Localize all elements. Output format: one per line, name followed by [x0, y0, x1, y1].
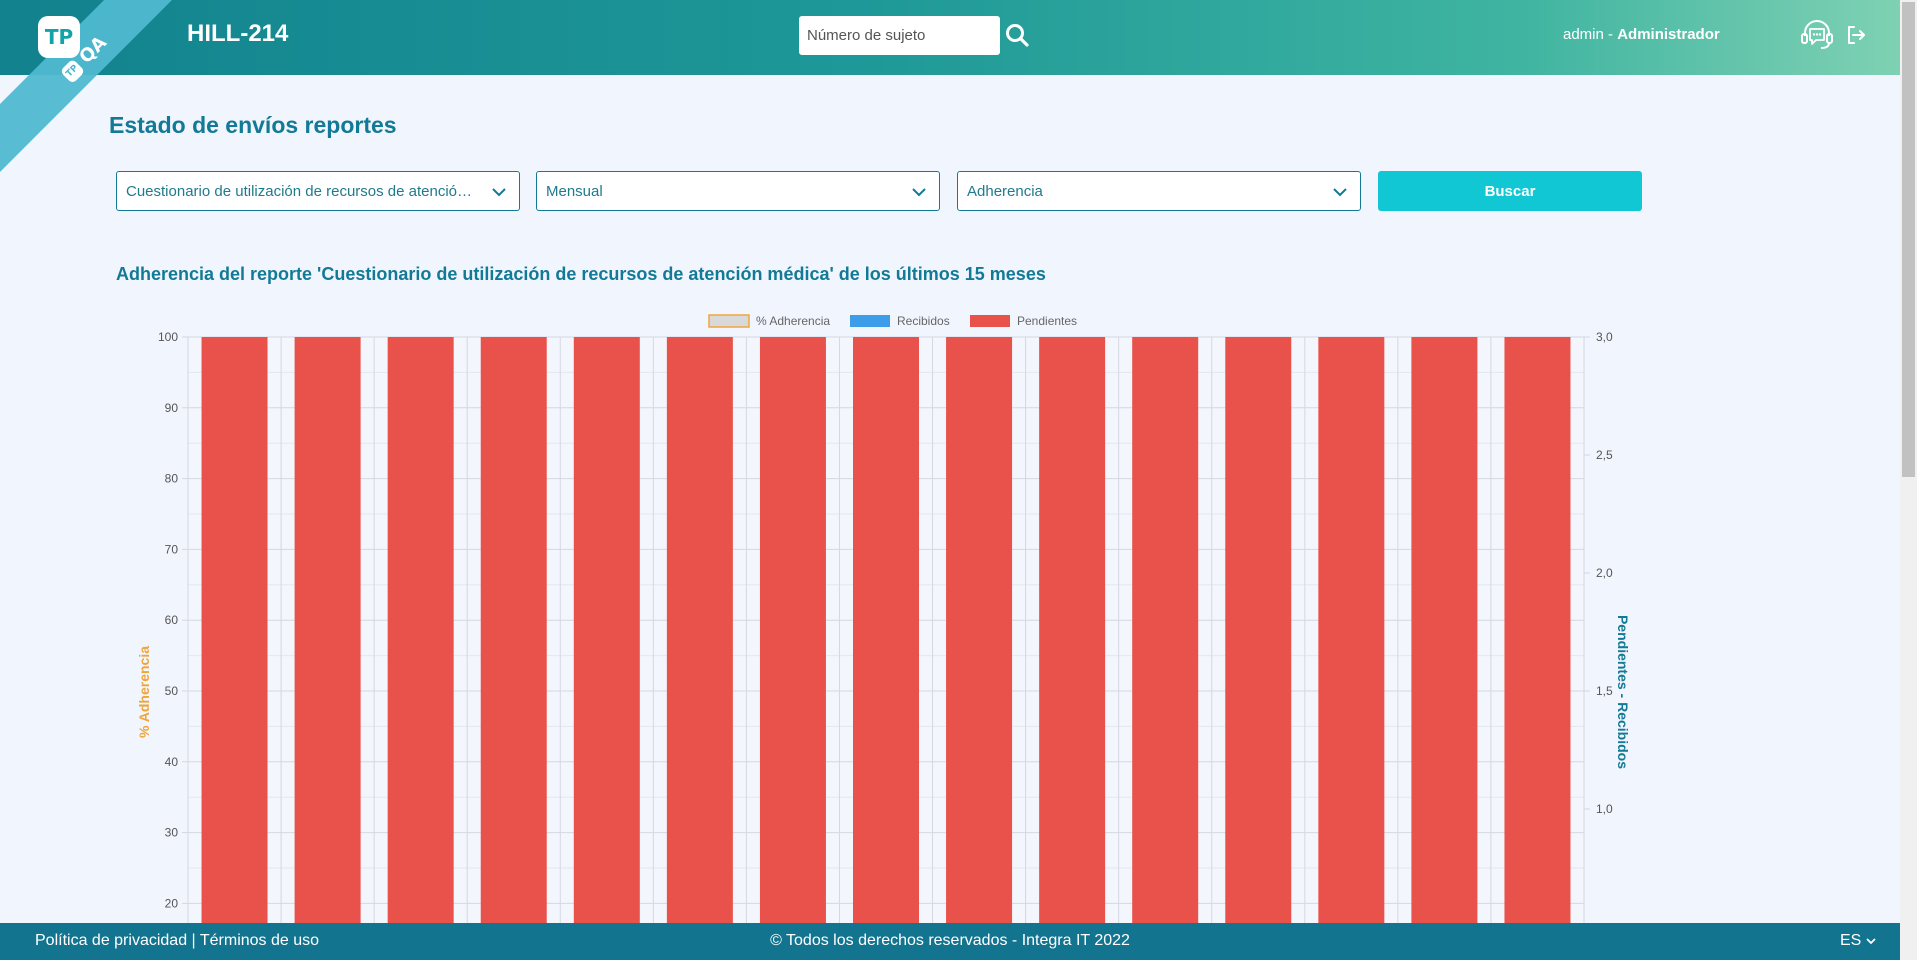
app-logo[interactable]: TP: [38, 16, 80, 58]
adherence-chart: 100 90 80 70 60 50 40 30 20 3,0 2,5 2,0 1,5 1,0 % Adhe…: [136, 314, 1631, 923]
subject-number-input[interactable]: [799, 16, 1000, 55]
chevron-down-icon: [912, 188, 926, 197]
y-right-tick-label: 1,5: [1596, 684, 1613, 698]
y-right-tick-label: 3,0: [1596, 330, 1613, 344]
bar-pendientes: [387, 337, 454, 923]
chart-title: Adherencia del reporte 'Cuestionario de …: [116, 264, 1046, 284]
y-left-tick-label: 80: [165, 472, 179, 486]
footer: Política de privacidad | Términos de uso…: [0, 923, 1900, 960]
chevron-down-icon: [1333, 188, 1347, 197]
y-left-tick-label: 90: [165, 401, 179, 415]
period-select-value: Mensual: [546, 182, 603, 200]
logout-icon[interactable]: [1845, 24, 1867, 46]
report-select[interactable]: Cuestionario de utilización de recursos …: [116, 171, 520, 211]
bar-pendientes: [573, 337, 640, 923]
bar-pendientes: [294, 337, 361, 923]
legend-swatch: [970, 315, 1010, 327]
y-left-tick-label: 100: [158, 330, 178, 344]
search-button[interactable]: Buscar: [1378, 171, 1642, 211]
user-separator: -: [1603, 26, 1618, 43]
bar-pendientes: [1132, 337, 1199, 923]
bar-pendientes: [480, 337, 547, 923]
legend-swatch: [850, 315, 890, 327]
user-role: Administrador: [1617, 26, 1720, 43]
bar-pendientes: [1411, 337, 1478, 923]
legend-label: Pendientes: [1017, 314, 1077, 328]
legend-swatch: [708, 314, 750, 328]
bar-pendientes: [1318, 337, 1385, 923]
bar-pendientes: [946, 337, 1013, 923]
footer-separator: |: [187, 932, 200, 949]
user-info: admin - Administrador: [1563, 26, 1720, 43]
search-icon[interactable]: [1004, 22, 1030, 48]
y-left-tick-label: 30: [165, 826, 179, 840]
footer-links: Política de privacidad | Términos de uso: [35, 932, 319, 950]
y-left-tick-label: 60: [165, 613, 179, 627]
study-code: HILL-214: [187, 20, 289, 47]
bar-pendientes: [1504, 337, 1571, 923]
bar-pendientes: [853, 337, 919, 923]
metric-select-value: Adherencia: [967, 182, 1043, 200]
user-name: admin: [1563, 26, 1604, 43]
privacy-link[interactable]: Política de privacidad: [35, 932, 187, 949]
headset-chat-icon[interactable]: [1799, 18, 1835, 52]
metric-select[interactable]: Adherencia: [957, 171, 1361, 211]
y-right-tick-label: 2,5: [1596, 448, 1613, 462]
language-selector[interactable]: ES: [1840, 932, 1876, 950]
y-right-tick-label: 1,0: [1596, 802, 1613, 816]
y-left-tick-label: 50: [165, 684, 179, 698]
y-left-tick-label: 40: [165, 755, 179, 769]
legend-label: % Adherencia: [756, 314, 830, 328]
report-select-value: Cuestionario de utilización de recursos …: [126, 182, 475, 200]
y-right-axis-label: Pendientes - Recibidos: [1615, 615, 1631, 769]
page-scrollbar[interactable]: [1900, 0, 1917, 960]
language-label: ES: [1840, 932, 1862, 949]
bar-pendientes: [201, 337, 268, 923]
y-left-axis-label: % Adherencia: [136, 646, 152, 738]
y-right-tick-label: 2,0: [1596, 566, 1613, 580]
period-select[interactable]: Mensual: [536, 171, 940, 211]
y-left-tick-label: 20: [165, 896, 179, 910]
bar-pendientes: [666, 337, 733, 923]
terms-link[interactable]: Términos de uso: [200, 932, 319, 949]
y-left-tick-label: 70: [165, 542, 179, 556]
chevron-down-icon: [492, 188, 506, 197]
legend-label: Recibidos: [897, 314, 950, 328]
bar-pendientes: [1039, 337, 1106, 923]
bar-pendientes: [759, 337, 826, 923]
chevron-down-icon: [1866, 938, 1876, 945]
page-title: Estado de envíos reportes: [109, 112, 397, 138]
bar-pendientes: [1225, 337, 1292, 923]
scrollbar-thumb[interactable]: [1902, 2, 1915, 477]
